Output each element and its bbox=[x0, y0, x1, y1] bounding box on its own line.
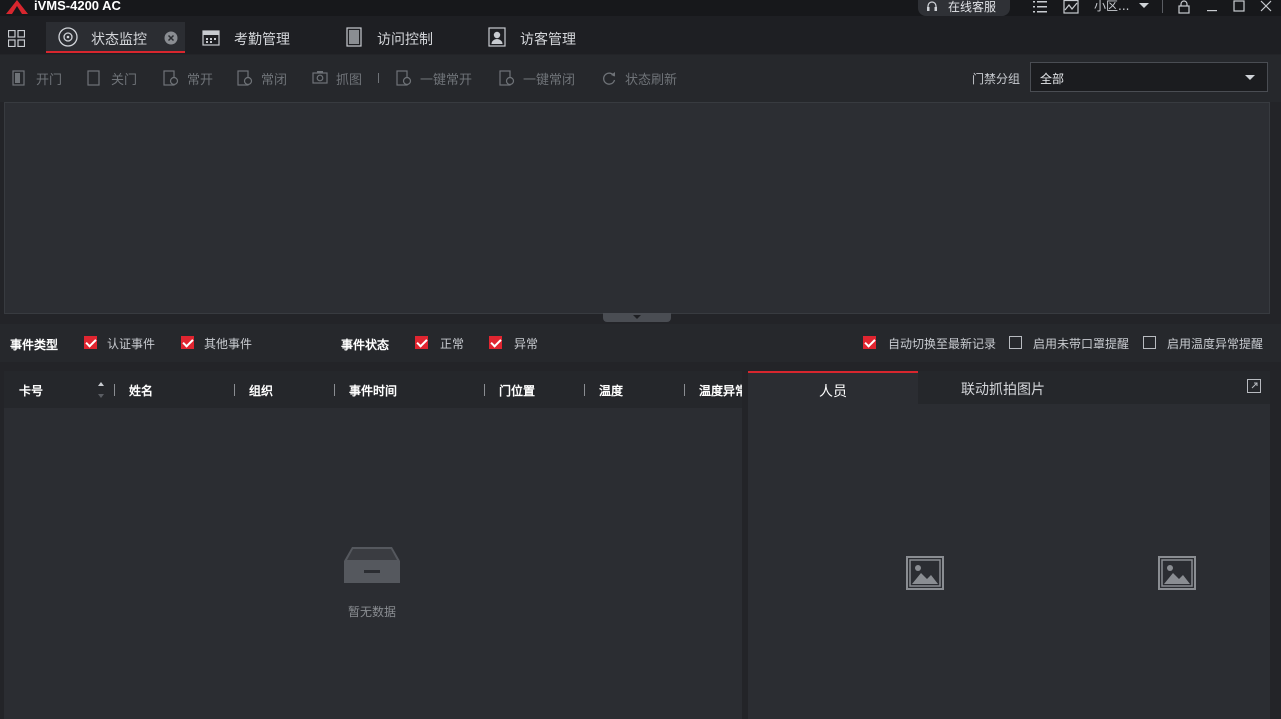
tab-label: 考勤管理 bbox=[234, 32, 290, 48]
checkbox-unchecked-icon bbox=[1009, 336, 1022, 349]
column-card-no[interactable]: 卡号 bbox=[19, 382, 43, 399]
checkbox-unchecked-icon bbox=[1143, 336, 1156, 349]
checkbox-checked-icon bbox=[84, 336, 97, 349]
person-image-placeholder-icon bbox=[906, 556, 944, 590]
column-divider[interactable] bbox=[234, 384, 235, 396]
door-closed-icon bbox=[87, 70, 100, 86]
checkbox-checked-icon bbox=[415, 336, 428, 349]
other-event-label: 其他事件 bbox=[204, 337, 253, 351]
all-closed-label: 一键常闭 bbox=[523, 73, 576, 88]
minimize-icon[interactable] bbox=[1204, 0, 1220, 14]
chart-icon[interactable] bbox=[1063, 0, 1079, 14]
user-name[interactable]: 小区... bbox=[1094, 0, 1129, 14]
collapse-arrow-icon bbox=[633, 315, 641, 319]
door-group-label: 门禁分组 bbox=[972, 72, 1021, 86]
checkbox-checked-icon bbox=[181, 336, 194, 349]
capture-label: 抓图 bbox=[336, 73, 363, 88]
tab-attendance[interactable]: 考勤管理 bbox=[200, 22, 330, 53]
door-all-open-icon bbox=[396, 70, 412, 86]
capture-image-placeholder-icon bbox=[1158, 556, 1196, 590]
column-divider[interactable] bbox=[584, 384, 585, 396]
event-type-label: 事件类型 bbox=[10, 338, 59, 352]
monitor-globe-icon bbox=[58, 27, 78, 47]
door-stay-closed-icon bbox=[237, 70, 253, 86]
auto-switch-label: 自动切换至最新记录 bbox=[888, 337, 997, 351]
collapse-panel-handle[interactable] bbox=[603, 313, 671, 322]
checkbox-checked-icon bbox=[863, 336, 876, 349]
refresh-label: 状态刷新 bbox=[625, 73, 678, 88]
close-tab-icon[interactable] bbox=[164, 31, 178, 45]
checkbox-checked-icon bbox=[489, 336, 502, 349]
app-logo-icon bbox=[6, 0, 28, 14]
door-group-select[interactable]: 全部 bbox=[1030, 62, 1268, 92]
tab-label: 访客管理 bbox=[520, 32, 576, 48]
column-divider[interactable] bbox=[684, 384, 685, 396]
list-icon[interactable] bbox=[1032, 0, 1048, 14]
column-divider[interactable] bbox=[334, 384, 335, 396]
refresh-icon bbox=[603, 72, 616, 85]
door-status-panel bbox=[4, 102, 1270, 314]
stay-closed-label: 常闭 bbox=[261, 73, 288, 88]
divider bbox=[1162, 0, 1163, 13]
all-open-label: 一键常开 bbox=[420, 73, 473, 88]
abnormal-status-label: 异常 bbox=[514, 337, 539, 351]
tab-status-monitor[interactable]: 状态监控 bbox=[46, 22, 185, 53]
app-grid-icon[interactable] bbox=[8, 30, 25, 47]
tab-person-label: 人员 bbox=[819, 384, 847, 400]
door-icon bbox=[346, 27, 362, 47]
temp-alert-label: 启用温度异常提醒 bbox=[1167, 337, 1264, 351]
calendar-icon bbox=[202, 30, 220, 46]
maximize-icon[interactable] bbox=[1231, 0, 1247, 14]
close-icon[interactable] bbox=[1258, 0, 1274, 14]
camera-icon bbox=[312, 71, 328, 84]
online-service-label: 在线客服 bbox=[948, 0, 997, 14]
module-tab-bar bbox=[0, 16, 1281, 54]
tab-visitor[interactable]: 访客管理 bbox=[486, 22, 616, 53]
detail-panel bbox=[748, 371, 1270, 719]
expand-icon[interactable] bbox=[1247, 379, 1261, 393]
title-bar bbox=[0, 0, 1281, 16]
tab-label: 访问控制 bbox=[377, 32, 433, 48]
visitor-icon bbox=[488, 27, 506, 47]
close-door-label: 关门 bbox=[111, 73, 138, 88]
toolbar-divider bbox=[378, 73, 379, 83]
column-door-location[interactable]: 门位置 bbox=[499, 382, 535, 399]
sort-icon[interactable] bbox=[97, 380, 105, 400]
normal-status-label: 正常 bbox=[440, 337, 465, 351]
auth-event-label: 认证事件 bbox=[107, 337, 156, 351]
stay-open-label: 常开 bbox=[187, 73, 214, 88]
mask-alert-label: 启用未带口罩提醒 bbox=[1033, 337, 1130, 351]
chevron-down-icon bbox=[1245, 75, 1255, 80]
tab-person[interactable]: 人员 bbox=[748, 371, 918, 404]
lock-icon[interactable] bbox=[1176, 0, 1192, 14]
active-tab-indicator bbox=[46, 51, 185, 53]
tab-label: 状态监控 bbox=[91, 32, 147, 48]
open-door-label: 开门 bbox=[36, 73, 63, 88]
door-group-value: 全部 bbox=[1040, 72, 1065, 86]
door-open-icon bbox=[12, 70, 25, 86]
event-status-label: 事件状态 bbox=[341, 338, 390, 352]
tab-capture-label: 联动抓拍图片 bbox=[961, 382, 1045, 398]
column-name[interactable]: 姓名 bbox=[129, 382, 153, 399]
tab-access-control[interactable]: 访问控制 bbox=[344, 22, 474, 53]
column-event-time[interactable]: 事件时间 bbox=[349, 382, 397, 399]
column-organization[interactable]: 组织 bbox=[249, 382, 273, 399]
user-menu-chevron-down-icon[interactable] bbox=[1139, 3, 1149, 8]
online-service-button[interactable]: 在线客服 bbox=[918, 0, 1010, 16]
column-divider[interactable] bbox=[484, 384, 485, 396]
column-divider[interactable] bbox=[114, 384, 115, 396]
empty-state-text: 暂无数据 bbox=[348, 605, 397, 619]
column-temperature-abnormal[interactable]: 温度异常 bbox=[699, 382, 742, 399]
column-temperature[interactable]: 温度 bbox=[599, 382, 623, 399]
empty-inbox-icon bbox=[344, 547, 400, 583]
headset-icon bbox=[927, 1, 937, 11]
door-stay-open-icon bbox=[163, 70, 179, 86]
app-title: iVMS-4200 AC bbox=[34, 0, 121, 13]
door-all-closed-icon bbox=[499, 70, 515, 86]
tab-linked-capture[interactable]: 联动抓拍图片 bbox=[918, 371, 1088, 404]
